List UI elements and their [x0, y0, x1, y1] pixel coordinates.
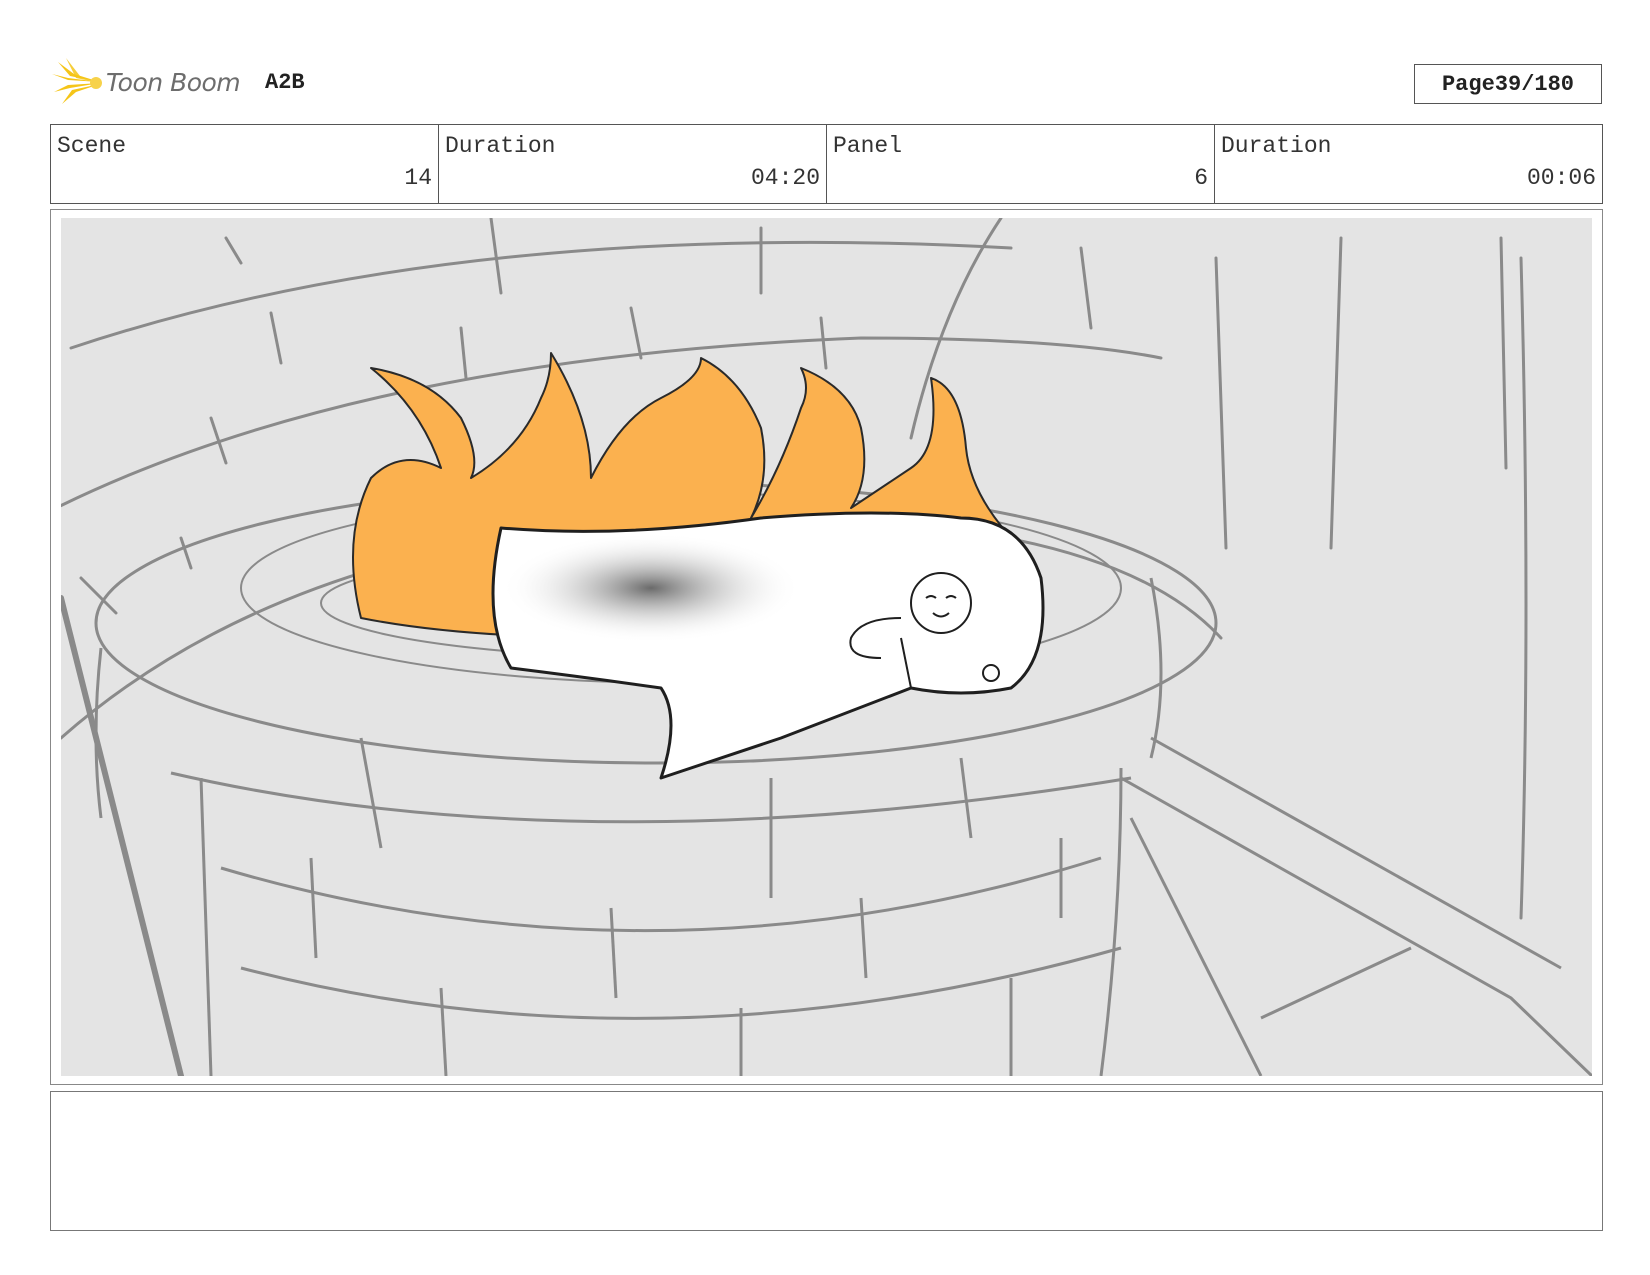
- scene-cell: Scene 14: [51, 125, 439, 203]
- page-indicator: Page 39/180: [1414, 64, 1602, 104]
- panel-duration-cell: Duration 00:06: [1215, 125, 1602, 203]
- storyboard-panel-image: [61, 218, 1592, 1076]
- scene-duration-label: Duration: [445, 133, 556, 159]
- panel-cell: Panel 6: [827, 125, 1215, 203]
- panel-value: 6: [1194, 165, 1208, 191]
- toon-boom-logo: Toon Boom: [52, 56, 241, 108]
- panel-label: Panel: [833, 133, 903, 159]
- panel-notes-box: [50, 1091, 1603, 1231]
- page-number: 39/180: [1494, 71, 1575, 97]
- scene-value: 14: [404, 165, 432, 191]
- scene-duration-value: 04:20: [750, 165, 820, 191]
- project-code: A2B: [265, 70, 305, 95]
- panel-duration-label: Duration: [1221, 133, 1332, 159]
- page-label: Page: [1441, 71, 1495, 97]
- panel-info-table: Scene 14 Duration 04:20 Panel 6 Duration…: [50, 124, 1603, 204]
- scene-label: Scene: [57, 133, 127, 159]
- toon-boom-burst-icon: [52, 58, 102, 104]
- panel-duration-value: 00:06: [1526, 165, 1596, 191]
- logo-text: Toon Boom: [106, 67, 241, 97]
- scene-duration-cell: Duration 04:20: [439, 125, 827, 203]
